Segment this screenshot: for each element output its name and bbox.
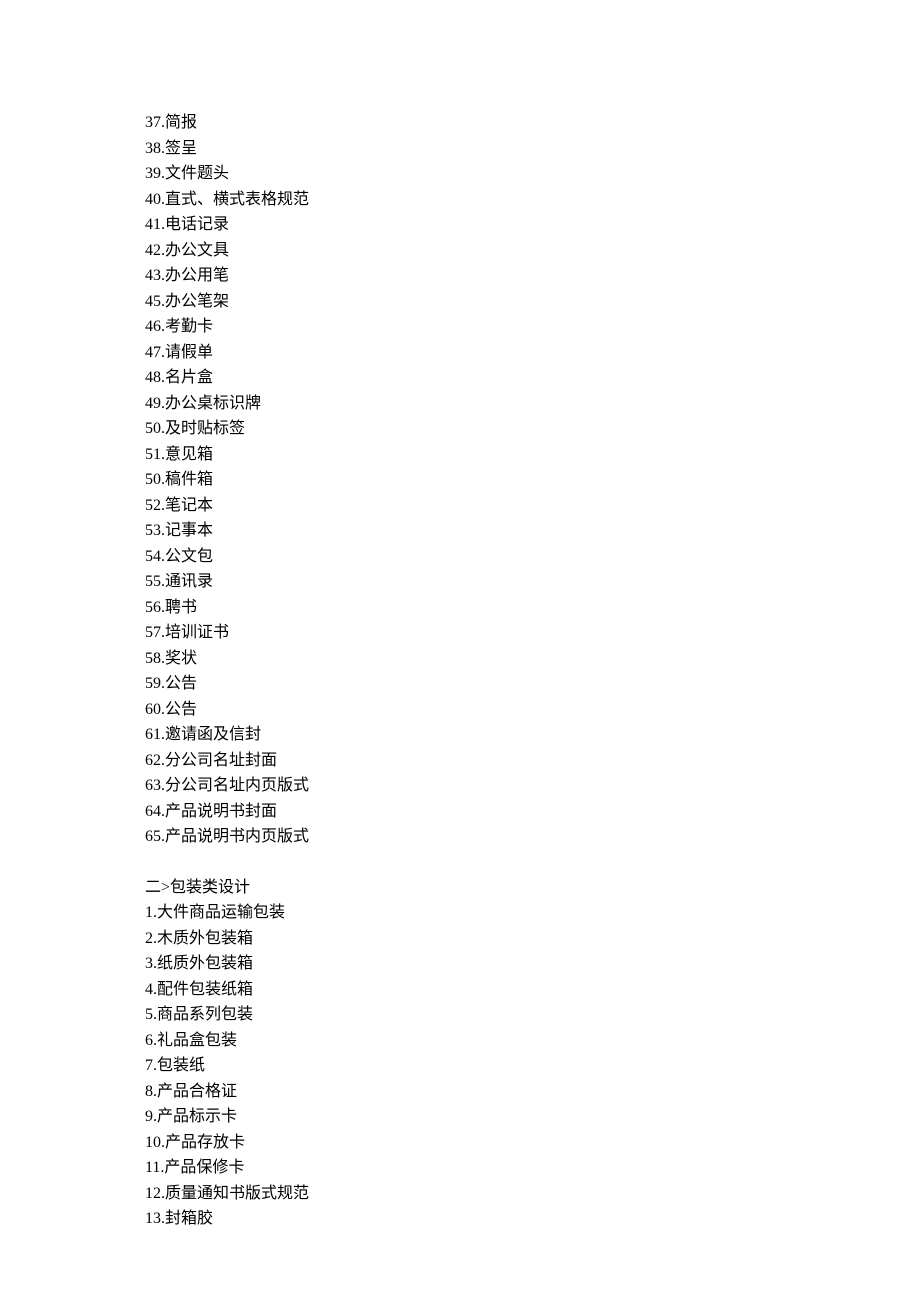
section2-block: 二>包装类设计 1.大件商品运输包装 2.木质外包装箱 3.纸质外包装箱 4.配…: [145, 875, 785, 1232]
list-item: 12.质量通知书版式规范: [145, 1181, 785, 1207]
list-item: 50.稿件箱: [145, 467, 785, 493]
list-item: 63.分公司名址内页版式: [145, 773, 785, 799]
list-item: 57.培训证书: [145, 620, 785, 646]
list-item: 42.办公文具: [145, 238, 785, 264]
list-item: 11.产品保修卡: [145, 1155, 785, 1181]
list-item: 53.记事本: [145, 518, 785, 544]
list-item: 10.产品存放卡: [145, 1130, 785, 1156]
section2-heading: 二>包装类设计: [145, 875, 785, 901]
list-item: 4.配件包装纸箱: [145, 977, 785, 1003]
list-item: 5.商品系列包装: [145, 1002, 785, 1028]
list-item: 7.包装纸: [145, 1053, 785, 1079]
list-item: 39.文件题头: [145, 161, 785, 187]
list-item: 41.电话记录: [145, 212, 785, 238]
list-item: 40.直式、横式表格规范: [145, 187, 785, 213]
list-item: 13.封箱胶: [145, 1206, 785, 1232]
list-item: 58.奖状: [145, 646, 785, 672]
section-spacer: [145, 850, 785, 875]
list-item: 48.名片盒: [145, 365, 785, 391]
list-item: 45.办公笔架: [145, 289, 785, 315]
list-item: 64.产品说明书封面: [145, 799, 785, 825]
list-item: 52.笔记本: [145, 493, 785, 519]
list-item: 38.签呈: [145, 136, 785, 162]
list-item: 9.产品标示卡: [145, 1104, 785, 1130]
list-item: 59.公告: [145, 671, 785, 697]
list-item: 3.纸质外包装箱: [145, 951, 785, 977]
list-item: 60.公告: [145, 697, 785, 723]
list-item: 2.木质外包装箱: [145, 926, 785, 952]
document-content: 37.简报 38.签呈 39.文件题头 40.直式、横式表格规范 41.电话记录…: [145, 110, 785, 1232]
list-item: 65.产品说明书内页版式: [145, 824, 785, 850]
list-item: 43.办公用笔: [145, 263, 785, 289]
list-item: 55.通讯录: [145, 569, 785, 595]
list-item: 47.请假单: [145, 340, 785, 366]
list-item: 8.产品合格证: [145, 1079, 785, 1105]
list-item: 51.意见箱: [145, 442, 785, 468]
list-item: 46.考勤卡: [145, 314, 785, 340]
section1-list: 37.简报 38.签呈 39.文件题头 40.直式、横式表格规范 41.电话记录…: [145, 110, 785, 850]
list-item: 37.简报: [145, 110, 785, 136]
list-item: 54.公文包: [145, 544, 785, 570]
list-item: 61.邀请函及信封: [145, 722, 785, 748]
list-item: 62.分公司名址封面: [145, 748, 785, 774]
list-item: 49.办公桌标识牌: [145, 391, 785, 417]
list-item: 50.及时贴标签: [145, 416, 785, 442]
list-item: 1.大件商品运输包装: [145, 900, 785, 926]
list-item: 6.礼品盒包装: [145, 1028, 785, 1054]
list-item: 56.聘书: [145, 595, 785, 621]
